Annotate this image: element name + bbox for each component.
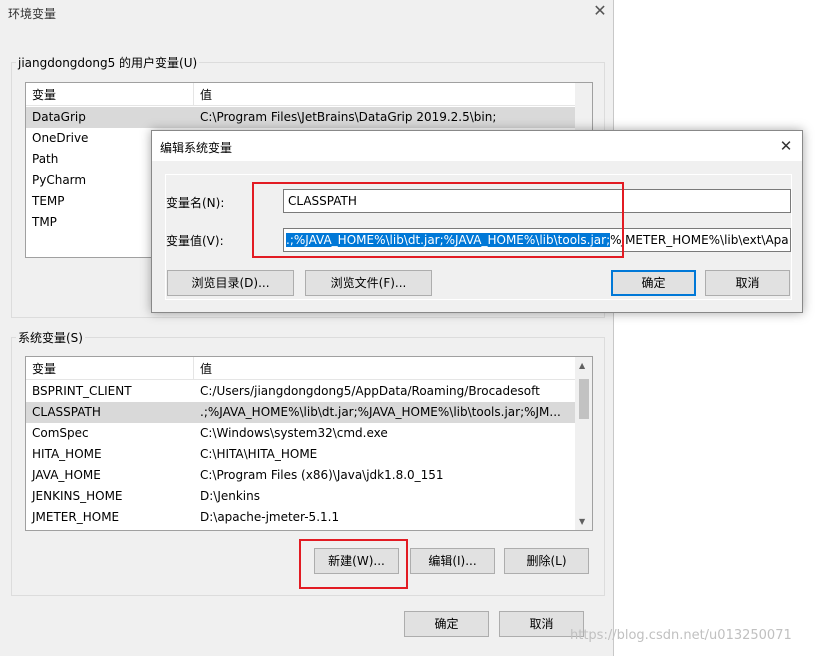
watermark: https://blog.csdn.net/u013250071 bbox=[570, 628, 792, 643]
browse-directory-button[interactable]: 浏览目录(D)... bbox=[167, 270, 294, 296]
list-header: 变量 值 bbox=[26, 83, 575, 106]
close-icon[interactable]: ✕ bbox=[778, 137, 794, 155]
variable-value-label: 变量值(V): bbox=[166, 234, 224, 248]
table-row[interactable]: JMETER_HOME D:\apache-jmeter-5.1.1 bbox=[26, 507, 575, 528]
system-variables-label: 系统变量(S) bbox=[18, 331, 83, 345]
scroll-down-icon[interactable]: ▼ bbox=[579, 517, 585, 526]
scroll-up-icon[interactable]: ▲ bbox=[579, 361, 585, 370]
ok-button[interactable]: 确定 bbox=[404, 611, 489, 637]
user-variables-label: jiangdongdong5 的用户变量(U) bbox=[18, 56, 198, 70]
system-variables-list[interactable]: 变量 值 BSPRINT_CLIENT C:/Users/jiangdongdo… bbox=[25, 356, 593, 531]
table-row[interactable]: JAVA_HOME C:\Program Files (x86)\Java\jd… bbox=[26, 465, 575, 486]
table-row[interactable]: BSPRINT_CLIENT C:/Users/jiangdongdong5/A… bbox=[26, 381, 575, 402]
table-row[interactable]: HITA_HOME C:\HITA\HITA_HOME bbox=[26, 444, 575, 465]
dialog-titlebar: 编辑系统变量 ✕ bbox=[152, 131, 802, 161]
table-row[interactable]: ComSpec C:\Windows\system32\cmd.exe bbox=[26, 423, 575, 444]
highlight-box-new bbox=[299, 539, 408, 589]
close-icon[interactable]: ✕ bbox=[592, 3, 608, 19]
environment-variables-window: 环境变量 ✕ jiangdongdong5 的用户变量(U) 变量 值 Data… bbox=[0, 0, 614, 656]
dialog-ok-button[interactable]: 确定 bbox=[611, 270, 696, 296]
column-header-value[interactable]: 值 bbox=[200, 86, 212, 103]
edit-system-variable-dialog: 编辑系统变量 ✕ 变量名(N): CLASSPATH 变量值(V): .;%JA… bbox=[151, 130, 803, 313]
highlight-box-fields bbox=[252, 182, 624, 258]
table-row[interactable]: DataGrip C:\Program Files\JetBrains\Data… bbox=[26, 107, 575, 128]
column-header-name[interactable]: 变量 bbox=[32, 86, 56, 103]
column-header-value[interactable]: 值 bbox=[200, 360, 212, 377]
variable-name-label: 变量名(N): bbox=[166, 196, 225, 210]
table-row[interactable]: CLASSPATH .;%JAVA_HOME%\lib\dt.jar;%JAVA… bbox=[26, 402, 575, 423]
vertical-scrollbar[interactable]: ▲ ▼ bbox=[575, 357, 592, 530]
scroll-thumb[interactable] bbox=[579, 379, 589, 419]
list-header: 变量 值 bbox=[26, 357, 575, 380]
browse-file-button[interactable]: 浏览文件(F)... bbox=[305, 270, 432, 296]
delete-button[interactable]: 删除(L) bbox=[504, 548, 589, 574]
window-title: 环境变量 bbox=[8, 7, 57, 21]
dialog-title: 编辑系统变量 bbox=[160, 141, 233, 155]
dialog-cancel-button[interactable]: 取消 bbox=[705, 270, 790, 296]
table-row[interactable]: JENKINS_HOME D:\Jenkins bbox=[26, 486, 575, 507]
column-header-name[interactable]: 变量 bbox=[32, 360, 56, 377]
edit-button[interactable]: 编辑(I)... bbox=[410, 548, 495, 574]
